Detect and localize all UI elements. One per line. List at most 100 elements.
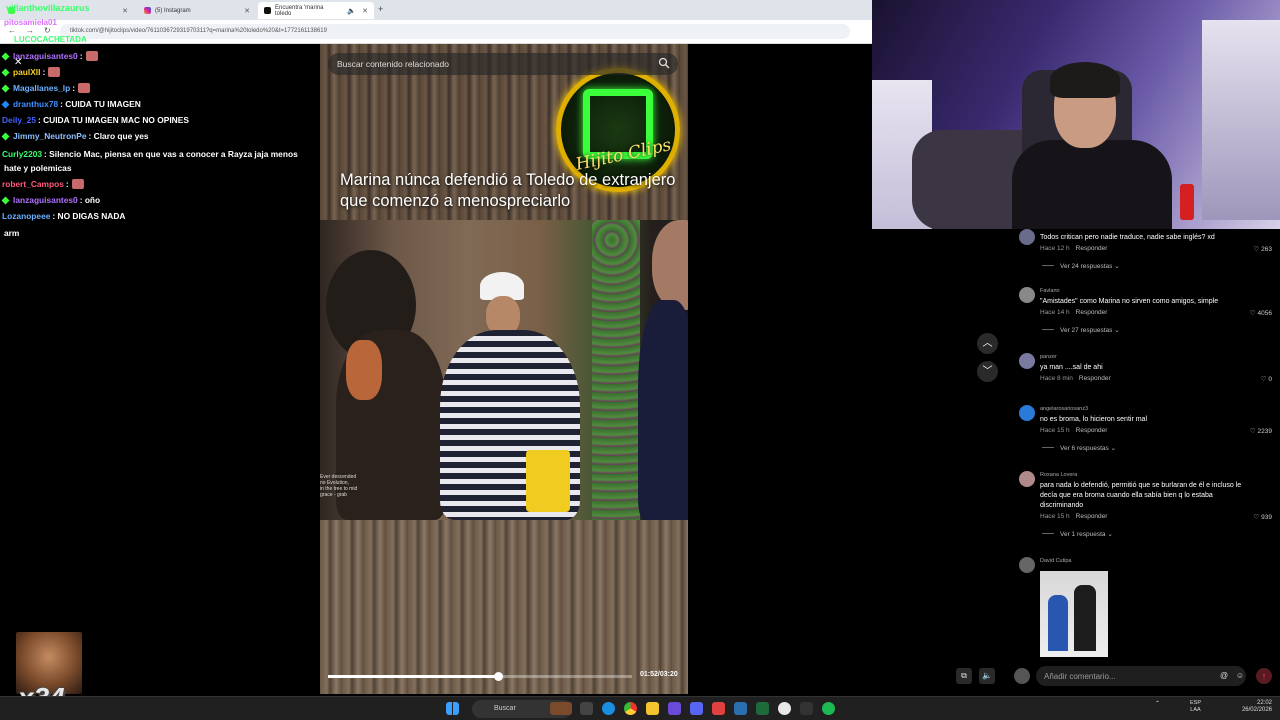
- chat-username[interactable]: Deily_25: [2, 115, 36, 125]
- send-button[interactable]: ↑: [1256, 668, 1272, 684]
- comment-likes[interactable]: ♡ 2239: [1250, 427, 1272, 435]
- comment-username[interactable]: Roxana Lovera: [1040, 472, 1077, 478]
- view-replies-button[interactable]: Ver 6 respuestas ⌄: [1042, 444, 1116, 452]
- video-progress-bar[interactable]: [328, 672, 632, 681]
- related-search-input[interactable]: Buscar contenido relacionado: [328, 53, 678, 75]
- volume-button[interactable]: 🔈: [979, 668, 995, 684]
- comment-username[interactable]: angelarosariosanz3: [1040, 406, 1088, 412]
- chrome-icon[interactable]: [624, 702, 637, 715]
- chat-message: lanzaguisantes0: oño: [1, 194, 100, 206]
- folder-icon[interactable]: [646, 702, 659, 715]
- comment-age: Hace 8 min: [1040, 375, 1073, 382]
- chat-username[interactable]: Lozanopeee: [2, 211, 50, 221]
- reply-button[interactable]: Responder: [1076, 513, 1108, 520]
- app-white-icon[interactable]: [778, 702, 791, 715]
- comment-image[interactable]: [1040, 571, 1108, 657]
- comment-likes[interactable]: ♡ 263: [1254, 245, 1273, 253]
- audio-icon[interactable]: 🔈: [347, 7, 356, 15]
- reply-button[interactable]: Responder: [1079, 375, 1111, 382]
- system-tray[interactable]: ⌃: [1155, 700, 1160, 707]
- windows-icon[interactable]: [446, 702, 459, 715]
- chat-text: :: [79, 51, 83, 61]
- comment-input[interactable]: Añadir comentario...: [1036, 666, 1246, 686]
- chat-username[interactable]: Curly2203: [2, 149, 42, 159]
- chat-text: :: [65, 179, 69, 189]
- prev-video-button[interactable]: ︿: [977, 333, 998, 354]
- obs-icon[interactable]: [800, 702, 813, 715]
- widget-icon[interactable]: [550, 702, 572, 715]
- cam-streamer-body: [1012, 140, 1172, 229]
- comment-username[interactable]: Favlann: [1040, 288, 1060, 294]
- comment-bar: ⧉ 🔈 Añadir comentario... @ ☺ ↑: [950, 663, 1280, 689]
- new-tab-button[interactable]: +: [378, 4, 383, 14]
- reply-button[interactable]: Responder: [1076, 427, 1108, 434]
- person-right-body: [638, 300, 688, 520]
- comment-username[interactable]: panzer: [1040, 354, 1057, 360]
- chat-username[interactable]: Magallanes_lp: [13, 83, 70, 93]
- reply-button[interactable]: Responder: [1076, 309, 1108, 316]
- tiktok-icon: [264, 7, 271, 14]
- comment-text: "Amistades" como Marina no sirven como a…: [1040, 298, 1219, 305]
- address-bar[interactable]: tiktok.com/@hijitoclips/video/7611036729…: [60, 24, 850, 39]
- edge-icon[interactable]: [602, 702, 615, 715]
- app-red-icon[interactable]: [712, 702, 725, 715]
- tab-instagram[interactable]: (5) Instagram ✕: [138, 2, 256, 19]
- chat-username[interactable]: dranthux78: [13, 99, 58, 109]
- close-tab-icon[interactable]: ✕: [122, 7, 128, 15]
- chat-message: Deily_25: CUIDA TU IMAGEN MAC NO OPINES: [2, 114, 189, 126]
- chat-message: Lozanopeee: NO DIGAS NADA: [2, 210, 125, 222]
- heart-icon[interactable]: ♡: [1250, 428, 1258, 435]
- like-count: 4056: [1257, 310, 1272, 317]
- avatar[interactable]: [1019, 405, 1035, 421]
- chat-username[interactable]: lanzaguisantes0: [13, 195, 78, 205]
- heart-icon[interactable]: ♡: [1250, 310, 1258, 317]
- reply-button[interactable]: Responder: [1076, 245, 1108, 252]
- comment-age: Hace 14 h: [1040, 309, 1070, 316]
- emoji-icon[interactable]: ☺: [1232, 668, 1248, 684]
- search-placeholder: Buscar contenido relacionado: [337, 59, 449, 69]
- chat-username[interactable]: paulXII: [13, 67, 40, 77]
- comment-likes[interactable]: ♡ 939: [1254, 513, 1273, 521]
- search-icon[interactable]: [658, 57, 670, 69]
- clock[interactable]: 22:02 26/02/2026: [1232, 700, 1272, 714]
- forward-icon[interactable]: →: [26, 26, 34, 35]
- avatar[interactable]: [1019, 229, 1035, 245]
- chat-text: : NO DIGAS NADA: [52, 211, 126, 221]
- pip-button[interactable]: ⧉: [956, 668, 972, 684]
- view-replies-button[interactable]: Ver 1 respuesta ⌄: [1042, 530, 1113, 538]
- avatar[interactable]: [1019, 287, 1035, 303]
- tab-tiktok[interactable]: Encuentra 'marina toledo 🔈 ✕: [258, 2, 374, 19]
- video-time: 01:52/03:20: [640, 671, 678, 678]
- taskview-icon[interactable]: [580, 702, 593, 715]
- spotify-icon[interactable]: [822, 702, 835, 715]
- steam-icon[interactable]: [734, 702, 747, 715]
- comment-username[interactable]: David Cutipa: [1040, 558, 1072, 564]
- chat-message: Magallanes_lp:: [1, 82, 91, 94]
- chat-username[interactable]: Jimmy_NeutronPe: [13, 131, 87, 141]
- emote-icon: [85, 51, 98, 61]
- chat-username[interactable]: lanzaguisantes0: [13, 51, 78, 61]
- discord-icon[interactable]: [690, 702, 703, 715]
- chat-username[interactable]: robert_Campos: [2, 179, 64, 189]
- close-tab-icon[interactable]: ✕: [244, 7, 250, 15]
- avatar[interactable]: [1019, 557, 1035, 573]
- mention-icon[interactable]: @: [1216, 668, 1232, 684]
- chat-message: dranthux78: CUIDA TU IMAGEN: [1, 98, 141, 110]
- avatar[interactable]: [1019, 353, 1035, 369]
- chevron-down-icon: ﹀: [982, 366, 993, 377]
- comment-likes[interactable]: ♡ 4056: [1250, 309, 1272, 317]
- reload-icon[interactable]: ↻: [44, 26, 51, 35]
- back-icon[interactable]: ←: [8, 26, 16, 35]
- next-video-button[interactable]: ﹀: [977, 361, 998, 382]
- app-icon[interactable]: [668, 702, 681, 715]
- app-green-icon[interactable]: [756, 702, 769, 715]
- video-player[interactable]: Ever descended no Evolution, in the tree t…: [320, 44, 688, 694]
- view-replies-button[interactable]: Ver 24 respuestas ⌄: [1042, 262, 1120, 270]
- view-replies-button[interactable]: Ver 27 respuestas ⌄: [1042, 326, 1120, 334]
- language-indicator[interactable]: ESP LAA: [1190, 700, 1201, 714]
- heart-icon[interactable]: ♡: [1254, 246, 1262, 253]
- heart-icon[interactable]: ♡: [1254, 514, 1262, 521]
- avatar[interactable]: [1019, 471, 1035, 487]
- close-tab-icon[interactable]: ✕: [362, 7, 368, 15]
- comment-likes[interactable]: ♡ 0: [1261, 375, 1272, 383]
